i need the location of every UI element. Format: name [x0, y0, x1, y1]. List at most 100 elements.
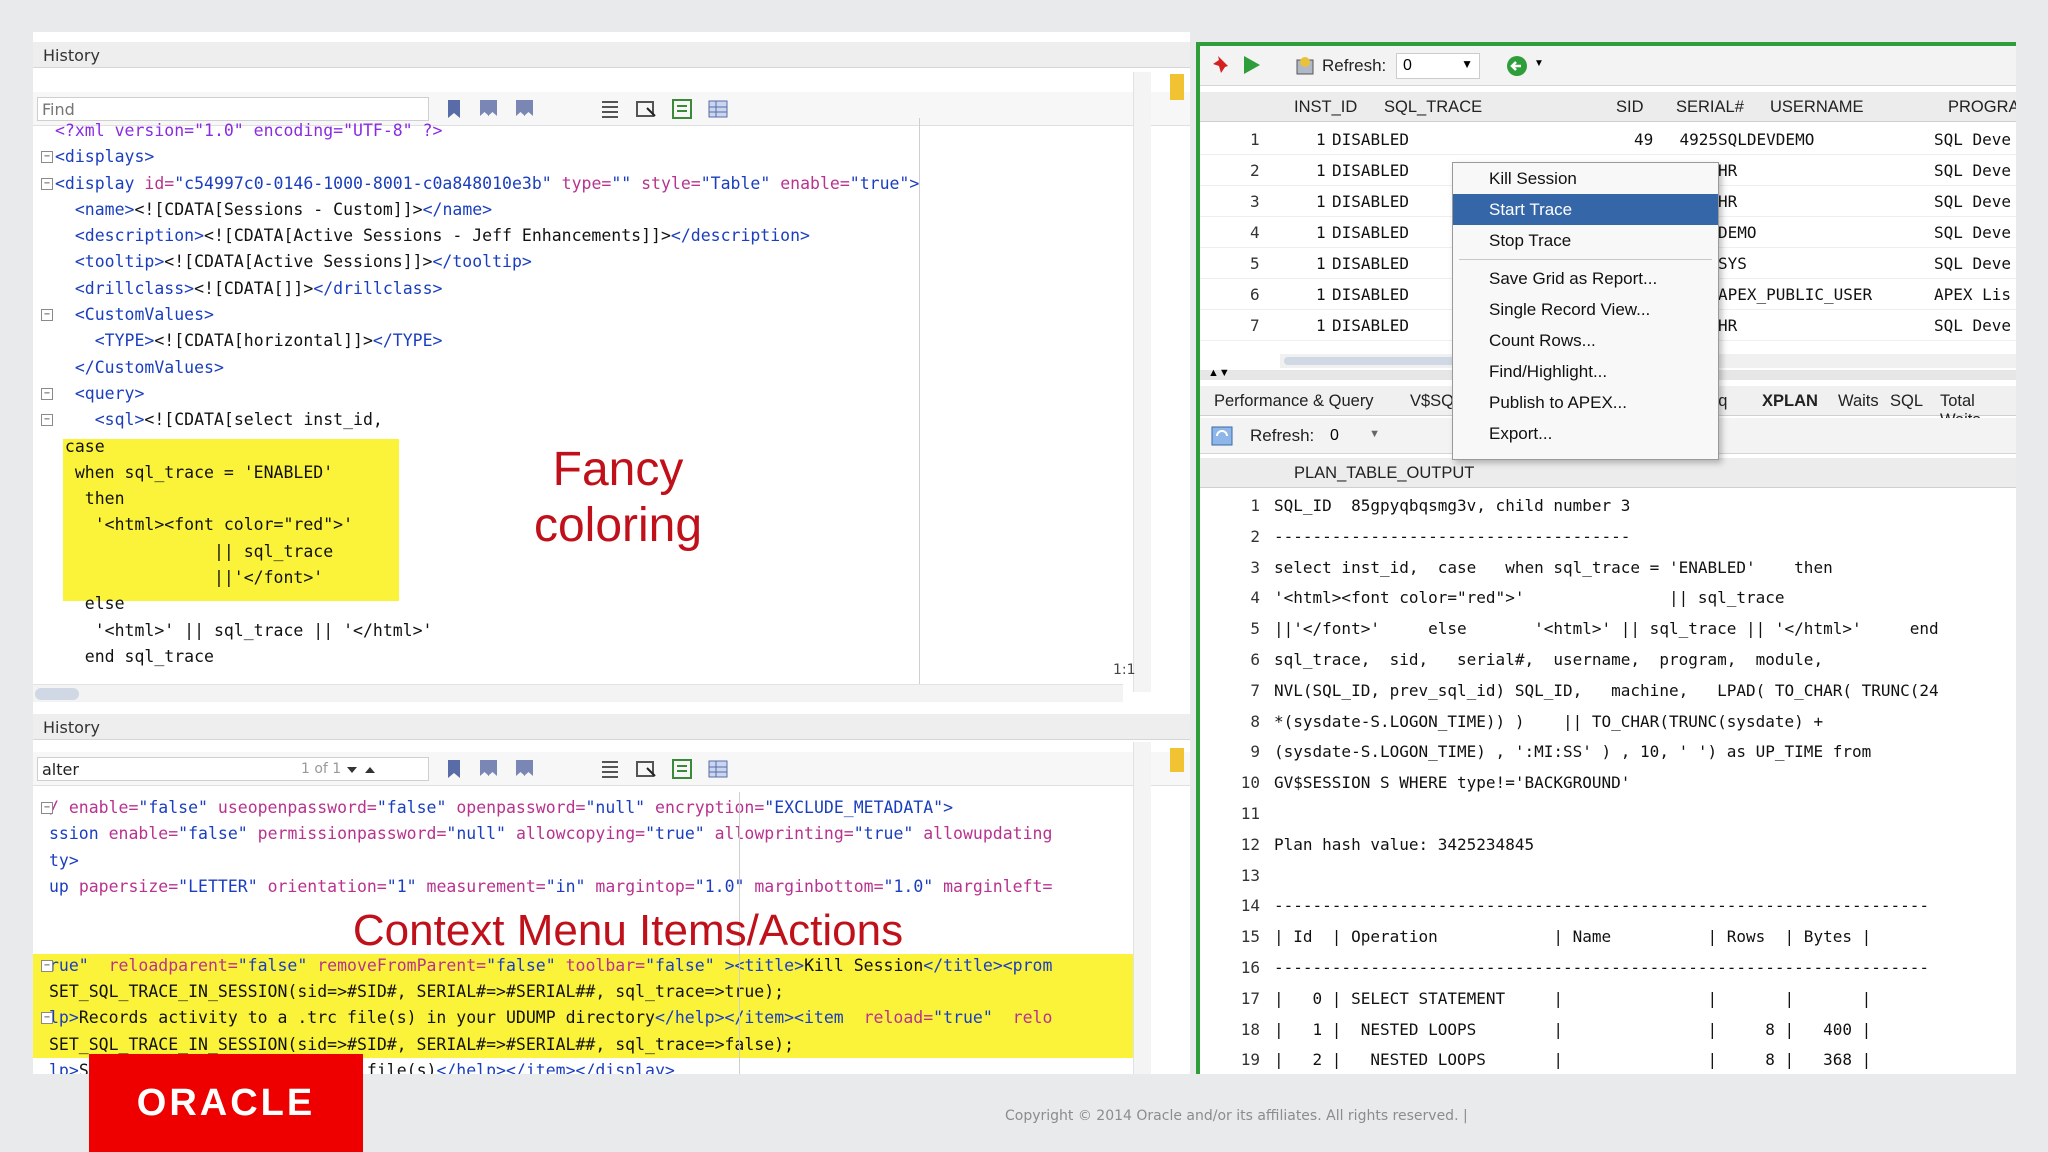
fold-toggle-icon[interactable]: −	[41, 802, 53, 814]
format-icon[interactable]	[599, 758, 621, 780]
refresh-select[interactable]: 0 ▼	[1396, 53, 1480, 79]
top-vertical-scrollbar[interactable]	[1133, 72, 1151, 692]
tab-xplan[interactable]: XPLAN	[1762, 392, 1818, 411]
code-line[interactable]: − <displays>	[33, 144, 1150, 170]
fold-toggle-icon[interactable]: −	[41, 387, 53, 400]
toggle-icon[interactable]	[635, 98, 657, 120]
plan-row[interactable]: 10 GV$SESSION S WHERE type!='BACKGROUND'	[1200, 767, 2016, 798]
bookmark-next-icon[interactable]	[513, 758, 535, 780]
code-line[interactable]: − <display id="c54997c0-0146-1000-8001-c0…	[33, 171, 1150, 197]
code-line[interactable]: '<html>' || sql_trace || '</html>'	[33, 618, 1150, 644]
col-plan-table-output[interactable]: PLAN_TABLE_OUTPUT	[1294, 464, 1474, 483]
collapse-icon[interactable]: ▲▼	[1208, 367, 1230, 379]
plan-row[interactable]: 15 | Id | Operation | Name | Rows | Bytes…	[1200, 921, 2016, 952]
indent-icon[interactable]	[671, 758, 693, 780]
col-sid[interactable]: SID	[1616, 98, 1644, 117]
plan-row[interactable]: 17 | 0 | SELECT STATEMENT | | | |	[1200, 983, 2016, 1014]
plan-row[interactable]: 4 '<html><font color="red">' || sql_trace	[1200, 582, 2016, 613]
plan-row[interactable]: 2 -------------------------------------	[1200, 521, 2016, 552]
plan-row[interactable]: 11	[1200, 798, 2016, 829]
format-icon[interactable]	[599, 98, 621, 120]
code-line[interactable]: else	[33, 591, 1150, 617]
code-line[interactable]: <name><![CDATA[Sessions - Custom]]></nam…	[33, 197, 1150, 223]
code-line[interactable]: SET_SQL_TRACE_IN_SESSION(sid=>#SID#, SER…	[33, 979, 1150, 1005]
col-username[interactable]: USERNAME	[1770, 98, 1864, 117]
run-icon[interactable]	[1240, 54, 1262, 76]
code-line[interactable]: </CustomValues>	[33, 355, 1150, 381]
menu-item-stop-trace[interactable]: Stop Trace	[1453, 225, 1718, 256]
plan-row[interactable]: 18 | 1 | NESTED LOOPS | | 8 | 400 |	[1200, 1014, 2016, 1045]
grid-icon[interactable]	[707, 758, 729, 780]
grid-icon[interactable]	[707, 98, 729, 120]
code-line[interactable]: <drillclass><![CDATA[]]></drillclass>	[33, 276, 1150, 302]
col-serial[interactable]: SERIAL#	[1676, 98, 1744, 117]
bottom-history-tab[interactable]: History	[33, 714, 1190, 740]
col-sql-trace[interactable]: SQL_TRACE	[1384, 98, 1482, 117]
table-row[interactable]: 1 1 DISABLED 49 4925 SQLDEVDEMO SQL Deve	[1200, 124, 2016, 155]
code-line[interactable]: ty>	[33, 848, 1150, 874]
code-line[interactable]: <?xml version="1.0" encoding="UTF-8" ?>	[33, 118, 1150, 144]
bookmark-prev-icon[interactable]	[477, 98, 499, 120]
tab-waits[interactable]: Waits	[1838, 392, 1879, 411]
code-line[interactable]: − <sql><![CDATA[select inst_id,	[33, 407, 1150, 433]
fold-toggle-icon[interactable]: −	[41, 309, 53, 322]
fold-toggle-icon[interactable]: −	[41, 177, 53, 190]
top-history-tab[interactable]: History	[33, 42, 1190, 68]
bottom-vertical-scrollbar[interactable]	[1133, 742, 1151, 1074]
next-match-icon[interactable]	[345, 758, 359, 780]
code-line[interactable]: − <query>	[33, 381, 1150, 407]
prev-match-icon[interactable]	[363, 758, 377, 780]
toggle-icon[interactable]	[635, 758, 657, 780]
plan-row[interactable]: 16 --------------------------------------…	[1200, 952, 2016, 983]
plan-row[interactable]: 7 NVL(SQL_ID, prev_sql_id) SQL_ID, machin…	[1200, 675, 2016, 706]
code-line[interactable]: <TYPE><![CDATA[horizontal]]></TYPE>	[33, 328, 1150, 354]
tab-sql[interactable]: SQL	[1890, 392, 1923, 411]
menu-item-single-record-view[interactable]: Single Record View...	[1453, 294, 1718, 325]
menu-item-publish-to-apex[interactable]: Publish to APEX...	[1453, 387, 1718, 418]
chevron-down-icon[interactable]: ▼	[1534, 58, 1544, 69]
menu-item-save-grid-as-report[interactable]: Save Grid as Report...	[1453, 263, 1718, 294]
fold-toggle-icon[interactable]: −	[41, 959, 53, 972]
plan-row[interactable]: 1 SQL_ID 85gpyqbqsmg3v, child number 3	[1200, 490, 2016, 521]
col-inst-id[interactable]: INST_ID	[1294, 98, 1357, 117]
code-line[interactable]: − rue" reloadparent="false" removeFromPar…	[33, 953, 1150, 979]
fold-toggle-icon[interactable]: −	[41, 414, 53, 427]
code-line[interactable]: − lp>Records activity to a .trc file(s) i…	[33, 1005, 1150, 1031]
fold-toggle-icon[interactable]: −	[41, 151, 53, 164]
bookmark-next-icon[interactable]	[513, 98, 535, 120]
code-line[interactable]: end sql_trace	[33, 644, 1150, 670]
navigate-back-icon[interactable]	[1506, 54, 1530, 78]
menu-item-kill-session[interactable]: Kill Session	[1453, 163, 1718, 194]
pin-icon[interactable]	[1210, 54, 1232, 76]
plan-row[interactable]: 12 Plan hash value: 3425234845	[1200, 829, 2016, 860]
plan-row[interactable]: 13	[1200, 860, 2016, 891]
code-line[interactable]: ||'</font>'	[33, 565, 1150, 591]
indent-icon[interactable]	[671, 98, 693, 120]
code-line[interactable]: <description><![CDATA[Active Sessions - …	[33, 223, 1150, 249]
refresh-icon[interactable]	[1210, 425, 1234, 447]
bookmark-icon[interactable]	[443, 758, 465, 780]
tab-v-sq[interactable]: V$SQ	[1410, 392, 1454, 411]
code-line[interactable]: up papersize="LETTER" orientation="1" me…	[33, 874, 1150, 900]
menu-item-start-trace[interactable]: Start Trace	[1453, 194, 1718, 225]
code-line[interactable]: ssion enable="false" permissionpassword=…	[33, 821, 1150, 847]
bookmark-icon[interactable]	[443, 98, 465, 120]
plan-row[interactable]: 8 *(sysdate-S.LOGON_TIME)) ) || TO_CHAR(T…	[1200, 706, 2016, 737]
menu-item-count-rows[interactable]: Count Rows...	[1453, 325, 1718, 356]
bookmark-prev-icon[interactable]	[477, 758, 499, 780]
top-horizontal-scrollbar[interactable]	[33, 684, 1123, 702]
menu-item-find-highlight[interactable]: Find/Highlight...	[1453, 356, 1718, 387]
refresh-select[interactable]: 0 ▼	[1326, 424, 1386, 448]
fold-toggle-icon[interactable]: −	[41, 1012, 53, 1025]
col-program[interactable]: PROGRA	[1948, 98, 2016, 117]
code-line[interactable]: − <CustomValues>	[33, 302, 1150, 328]
plan-row[interactable]: 6 sql_trace, sid, serial#, username, prog…	[1200, 644, 2016, 675]
plan-row[interactable]: 19 | 2 | NESTED LOOPS | | 8 | 368 |	[1200, 1044, 2016, 1074]
plan-row[interactable]: 3 select inst_id, case when sql_trace = '…	[1200, 552, 2016, 583]
plan-row[interactable]: 14 --------------------------------------…	[1200, 890, 2016, 921]
tab-performance-query[interactable]: Performance & Query	[1214, 392, 1374, 411]
plan-row[interactable]: 9 (sysdate-S.LOGON_TIME) , ':MI:SS' ) , 1…	[1200, 736, 2016, 767]
top-code-area[interactable]: <?xml version="1.0" encoding="UTF-8" ?> −…	[33, 118, 1150, 692]
plan-row[interactable]: 5 ||'</font>' else '<html>' || sql_trace …	[1200, 613, 2016, 644]
code-line[interactable]: <tooltip><![CDATA[Active Sessions]]></to…	[33, 249, 1150, 275]
